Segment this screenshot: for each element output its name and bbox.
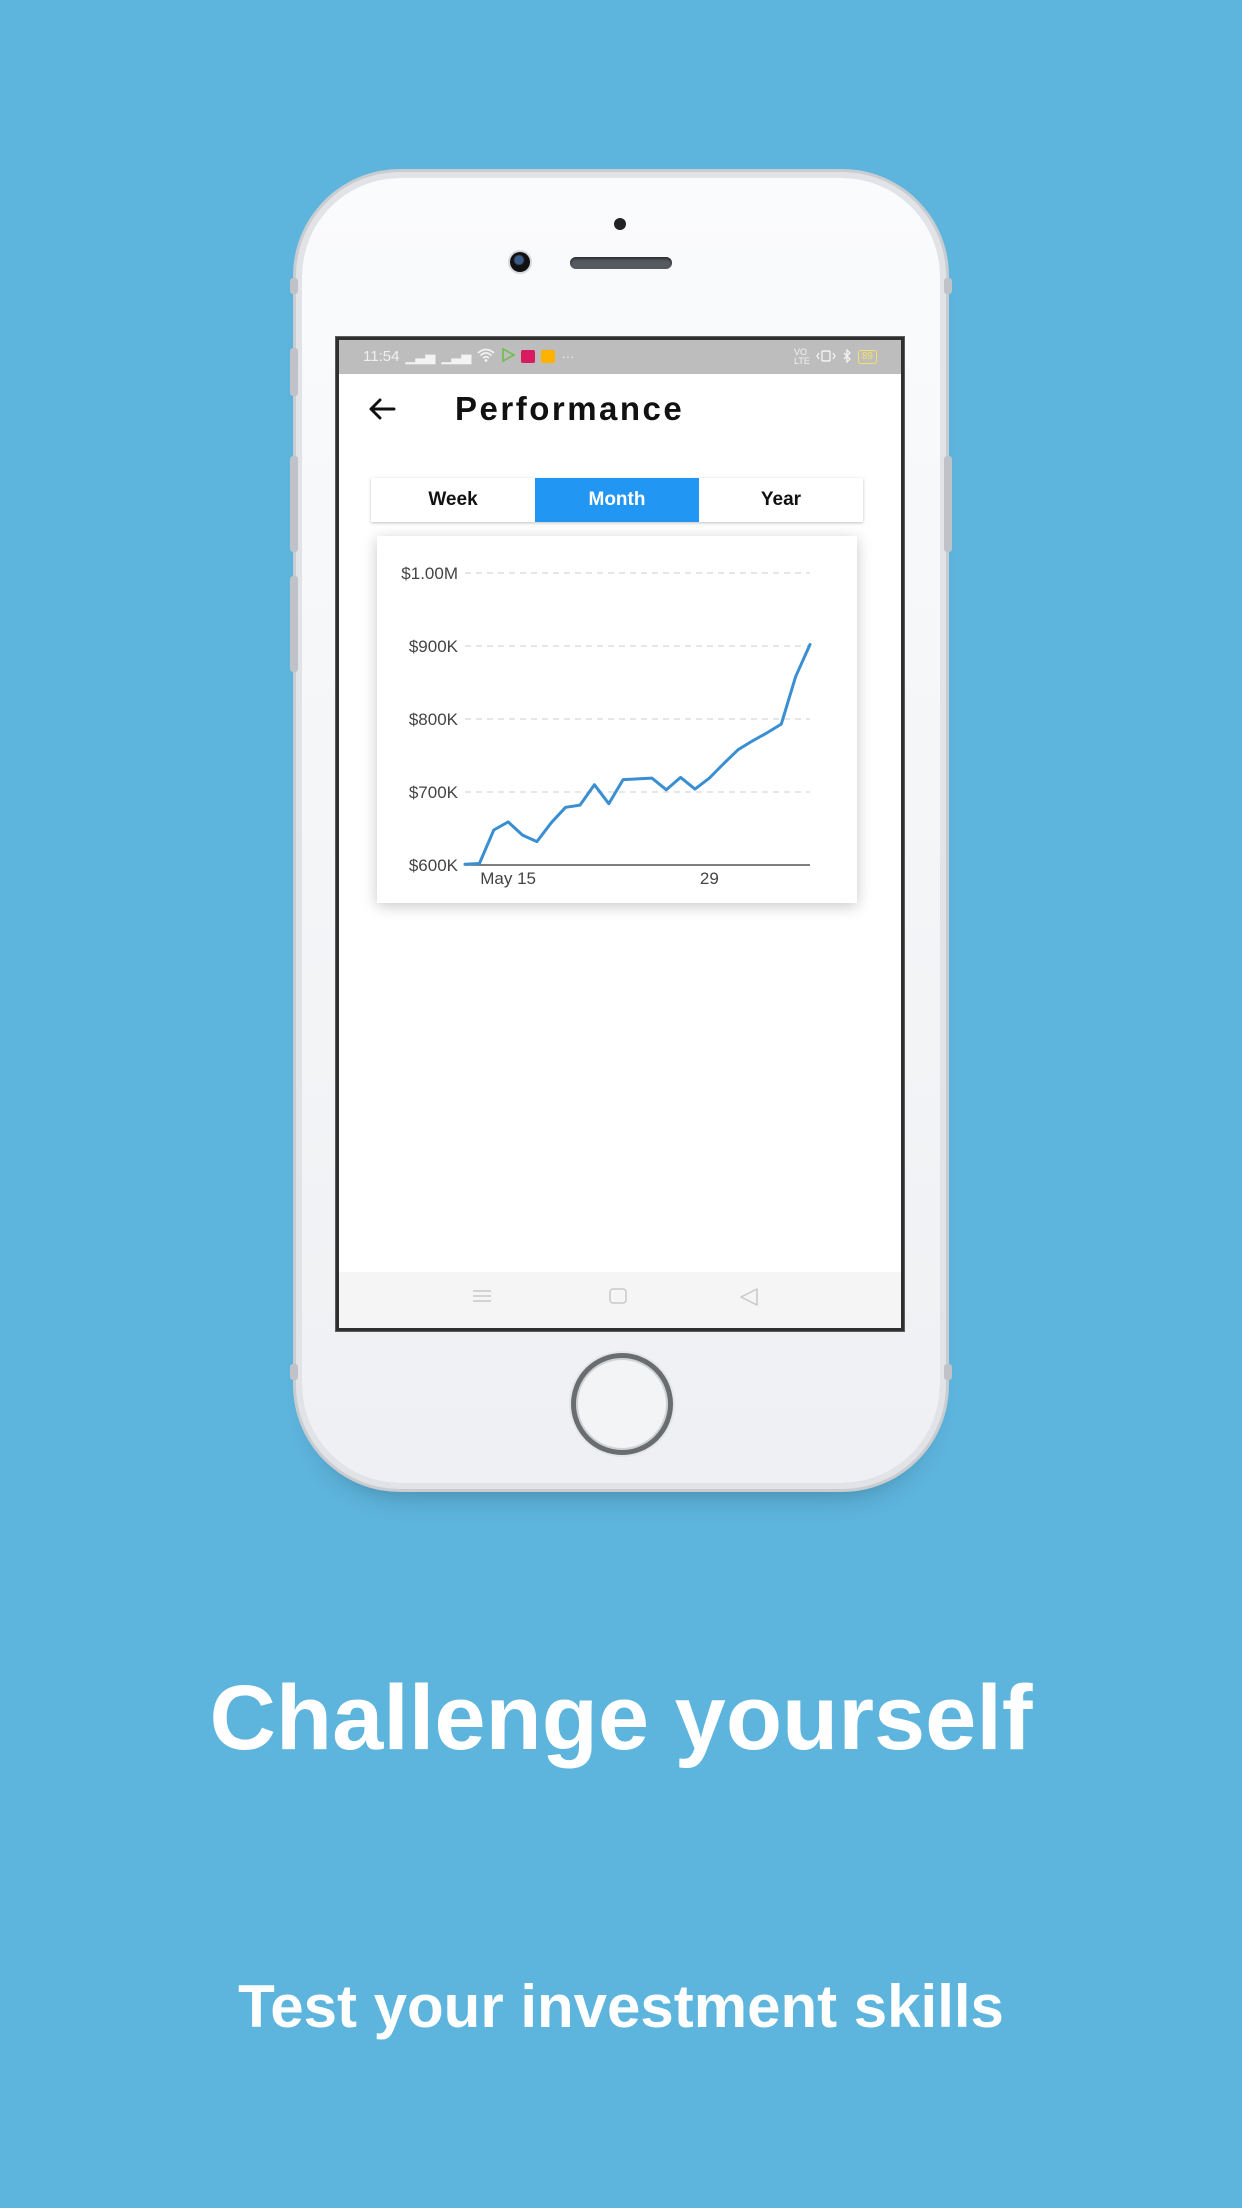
data-point (736, 748, 740, 751)
y-tick-label: $700K (409, 783, 459, 802)
tab-month[interactable]: Month (535, 478, 699, 522)
signal-icon: ▁▃▅ (405, 348, 436, 364)
phone-volume-up (290, 456, 298, 552)
bluetooth-icon (842, 347, 852, 366)
phone-speaker (570, 257, 672, 269)
data-point (593, 783, 596, 786)
data-point (679, 776, 682, 779)
phone-screen: 11:54 ▁▃▅ ▁▃▅ ··· VO LTE 89 Performance … (339, 340, 901, 1328)
x-tick-label: 29 (700, 869, 719, 888)
menu-icon[interactable] (473, 1288, 491, 1309)
phone-volume-down (290, 576, 298, 672)
vibrate-icon (816, 349, 836, 366)
data-point (550, 821, 553, 824)
data-point (607, 802, 610, 805)
arrow-left-icon[interactable] (367, 394, 397, 424)
phone-mute-switch (290, 348, 298, 396)
performance-line-chart: $600K $700K $800K $900K $1.00M May 15 29 (401, 564, 812, 888)
back-triangle-icon[interactable] (739, 1288, 759, 1311)
phone-side-mark (944, 278, 952, 294)
marketing-headline: Challenge yourself (209, 1667, 1033, 1769)
play-store-icon (501, 347, 517, 365)
battery-icon: 89 (857, 350, 877, 364)
phone-sensor (614, 218, 626, 230)
data-point (535, 840, 539, 843)
data-point (722, 762, 725, 765)
status-time: 11:54 (363, 348, 400, 365)
home-square-icon[interactable] (609, 1288, 627, 1309)
more-notifications-icon: ··· (561, 349, 575, 364)
data-point (564, 806, 567, 809)
app-notification-icon (541, 350, 556, 363)
marketing-subline: Test your investment skills (238, 1973, 1004, 2040)
phone-side-mark (944, 1364, 952, 1380)
x-tick-label: May 15 (480, 869, 536, 888)
phone-side-mark (290, 278, 298, 294)
data-point (780, 722, 783, 726)
data-point (693, 787, 697, 791)
y-tick-label: $600K (409, 856, 459, 875)
app-notification-icon (521, 350, 536, 363)
page-title: Performance (455, 390, 685, 427)
data-point (636, 777, 639, 781)
data-point (650, 776, 654, 780)
system-nav-bar (339, 1272, 901, 1328)
phone-power-button (944, 456, 952, 552)
signal-icon: ▁▃▅ (441, 348, 472, 364)
data-point (765, 731, 769, 735)
y-tick-label: $1.00M (401, 564, 458, 583)
y-tick-label: $800K (409, 710, 459, 729)
data-point (808, 643, 812, 646)
data-point (578, 803, 582, 807)
phone-side-mark (290, 1364, 298, 1380)
phone-camera (510, 252, 530, 272)
data-point (708, 776, 711, 780)
app-header: Performance (339, 374, 901, 444)
tab-week[interactable]: Week (371, 478, 535, 522)
phone-home-button (571, 1353, 673, 1455)
volte-icon: VO LTE (794, 347, 810, 366)
tab-year[interactable]: Year (699, 478, 863, 522)
data-point (621, 778, 625, 781)
data-point (463, 863, 467, 866)
data-point (665, 788, 668, 792)
period-tabs: Week Month Year (371, 478, 863, 522)
wifi-icon (477, 348, 495, 365)
data-point (506, 820, 510, 824)
data-point (794, 675, 797, 678)
data-point (521, 833, 524, 837)
data-point (751, 739, 754, 743)
data-point (492, 828, 495, 832)
y-tick-label: $900K (409, 637, 459, 656)
series-line (463, 643, 812, 866)
data-point (478, 862, 481, 865)
status-bar: 11:54 ▁▃▅ ▁▃▅ ··· VO LTE 89 (339, 340, 901, 374)
performance-chart-card: $600K $700K $800K $900K $1.00M May 15 29 (377, 536, 857, 903)
